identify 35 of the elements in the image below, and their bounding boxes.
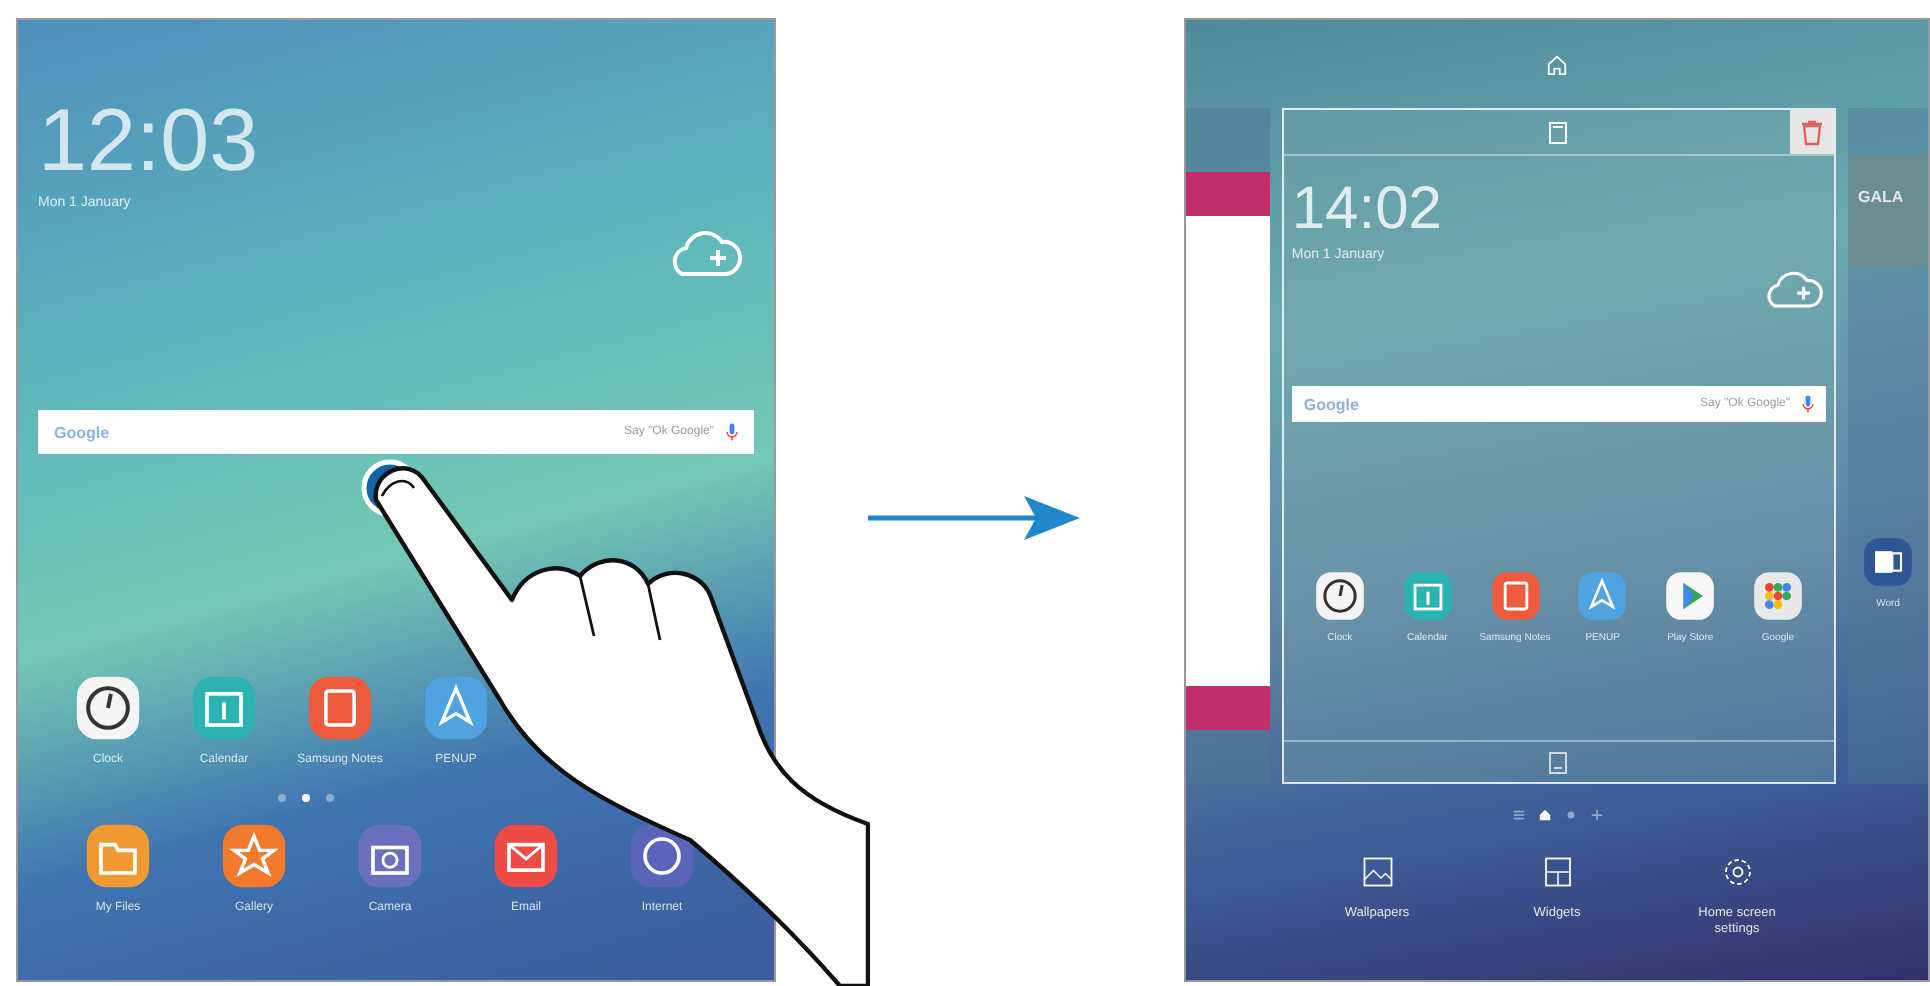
page-dot[interactable] xyxy=(278,794,286,802)
picture-icon[interactable] xyxy=(1359,854,1395,890)
microphone-icon[interactable] xyxy=(1802,394,1814,414)
notebook-icon[interactable] xyxy=(1489,570,1541,622)
page-dot[interactable] xyxy=(1563,808,1577,822)
folder-icon[interactable] xyxy=(84,822,152,890)
notebook-icon[interactable] xyxy=(306,674,374,742)
home-icon[interactable] xyxy=(1546,53,1568,75)
cloud-plus-icon[interactable] xyxy=(1762,270,1826,310)
home-icon[interactable] xyxy=(1537,808,1551,822)
calendar-icon[interactable] xyxy=(190,674,258,742)
clock-icon[interactable] xyxy=(74,674,142,742)
list-icon[interactable] xyxy=(1511,808,1525,822)
settings-icon[interactable] xyxy=(1719,854,1755,890)
calendar-icon[interactable] xyxy=(1401,570,1454,622)
camera-icon[interactable] xyxy=(356,822,424,890)
delete-button[interactable] xyxy=(1790,110,1834,154)
microphone-icon[interactable] xyxy=(726,422,738,442)
clock-time: 12:03 xyxy=(38,92,259,192)
add-icon[interactable] xyxy=(1589,808,1603,822)
widget-icon[interactable] xyxy=(1548,121,1569,143)
widget-title: GALA xyxy=(1858,188,1904,206)
paper-plane-icon[interactable] xyxy=(422,674,490,742)
document-icon[interactable] xyxy=(1862,536,1914,588)
widget-grid-icon[interactable] xyxy=(1539,854,1575,890)
trash-icon[interactable] xyxy=(1798,118,1826,146)
paper-plane-icon[interactable] xyxy=(1576,570,1629,622)
previous-page-preview[interactable] xyxy=(1186,108,1270,784)
clock-icon[interactable] xyxy=(1313,570,1366,622)
clock-time: 14:02 xyxy=(1291,176,1442,244)
tablet-icon[interactable] xyxy=(1548,751,1569,773)
envelope-icon[interactable] xyxy=(492,822,560,890)
app-folder-icon[interactable] xyxy=(1751,570,1804,622)
page-dot[interactable] xyxy=(326,794,334,802)
page-dot[interactable] xyxy=(302,794,310,802)
